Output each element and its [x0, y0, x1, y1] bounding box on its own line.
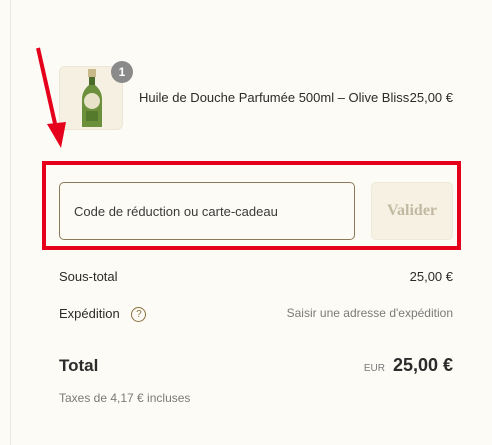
subtotal-label: Sous-total: [59, 269, 118, 284]
currency-code: EUR: [363, 363, 385, 374]
discount-code-input[interactable]: Code de réduction ou carte-cadeau: [59, 182, 355, 240]
taxes-note: Taxes de 4,17 € incluses: [59, 391, 191, 405]
subtotal-value: 25,00 €: [409, 269, 453, 284]
shipping-value: Saisir une adresse d'expédition: [286, 306, 453, 320]
total-value: 25,00 €: [392, 355, 453, 375]
question-circle-icon[interactable]: ?: [131, 307, 147, 323]
subtotal-row: Sous-total 25,00 €: [59, 269, 453, 284]
apply-discount-button[interactable]: Valider: [371, 182, 453, 240]
shipping-row: Expédition ? Saisir une adresse d'expédi…: [59, 306, 453, 323]
total-label: Total: [59, 356, 99, 375]
total-row: Total EUR 25,00 €: [59, 355, 453, 376]
shipping-label: Expédition: [59, 306, 120, 321]
